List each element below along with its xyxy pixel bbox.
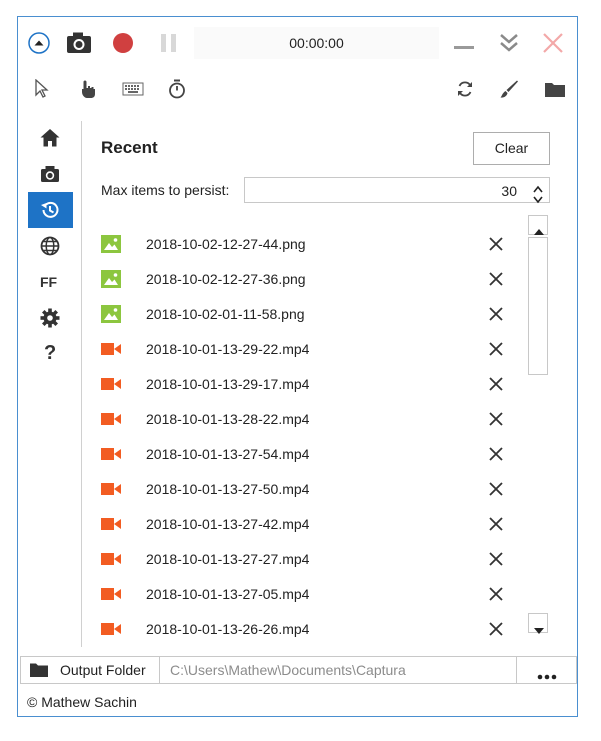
remove-icon[interactable] — [489, 237, 503, 256]
minimize-icon[interactable] — [453, 39, 475, 49]
list-item[interactable]: 2018-10-01-13-27-27.mp4 — [98, 542, 518, 577]
output-path-value: C:\Users\Mathew\Documents\Captura — [170, 662, 406, 678]
remove-icon[interactable] — [489, 517, 503, 536]
collapse-icon[interactable] — [28, 32, 50, 54]
video-file-icon — [101, 342, 121, 361]
image-file-icon — [101, 305, 121, 328]
max-items-value: 30 — [501, 183, 517, 199]
scroll-up-button[interactable] — [528, 215, 548, 235]
list-item[interactable]: 2018-10-01-13-27-05.mp4 — [98, 577, 518, 612]
video-file-icon — [101, 517, 121, 536]
record-icon[interactable] — [112, 32, 134, 54]
video-file-icon — [101, 412, 121, 431]
output-path-field[interactable]: C:\Users\Mathew\Documents\Captura — [160, 657, 517, 683]
scrollbar[interactable] — [528, 215, 550, 637]
app-window: 00:00:00 FF ? Recent Clear Max items to … — [17, 16, 578, 717]
camera-icon — [40, 165, 60, 188]
output-folder-bar: Output Folder C:\Users\Mathew\Documents\… — [20, 656, 577, 684]
folder-icon — [29, 662, 49, 683]
file-name[interactable]: 2018-10-01-13-27-54.mp4 — [146, 446, 309, 462]
sidebar-divider — [81, 121, 82, 647]
image-file-icon — [101, 270, 121, 293]
remove-icon[interactable] — [489, 307, 503, 326]
remove-icon[interactable] — [489, 447, 503, 466]
file-name[interactable]: 2018-10-01-13-26-26.mp4 — [146, 621, 309, 637]
brush-icon[interactable] — [499, 79, 519, 99]
sidebar-item-home[interactable] — [40, 128, 60, 148]
file-name[interactable]: 2018-10-01-13-27-50.mp4 — [146, 481, 309, 497]
remove-icon[interactable] — [489, 342, 503, 361]
list-item[interactable]: 2018-10-01-13-29-17.mp4 — [98, 367, 518, 402]
cursor-icon[interactable] — [34, 78, 50, 99]
image-file-icon — [101, 235, 121, 258]
copyright-text: © Mathew Sachin — [27, 694, 137, 710]
file-name[interactable]: 2018-10-02-01-11-58.png — [146, 306, 305, 322]
file-name[interactable]: 2018-10-02-12-27-44.png — [146, 236, 306, 252]
clear-button[interactable]: Clear — [473, 132, 550, 165]
timer-display: 00:00:00 — [194, 27, 439, 59]
sidebar-item-recent[interactable] — [40, 200, 60, 220]
sidebar-item-about[interactable]: ? — [44, 342, 56, 365]
file-name[interactable]: 2018-10-01-13-29-17.mp4 — [146, 376, 309, 392]
list-item[interactable]: 2018-10-02-12-27-36.png — [98, 262, 518, 297]
spinner-up-icon[interactable] — [533, 180, 543, 193]
list-item[interactable]: 2018-10-01-13-29-22.mp4 — [98, 332, 518, 367]
scroll-thumb[interactable] — [528, 237, 548, 375]
stopwatch-icon[interactable] — [168, 79, 186, 99]
video-file-icon — [101, 587, 121, 606]
file-name[interactable]: 2018-10-01-13-27-05.mp4 — [146, 586, 309, 602]
triangle-down-icon — [534, 621, 544, 639]
output-folder-button[interactable]: Output Folder — [21, 657, 160, 683]
list-item[interactable]: 2018-10-01-13-27-50.mp4 — [98, 472, 518, 507]
keyboard-icon[interactable] — [122, 82, 144, 96]
file-name[interactable]: 2018-10-01-13-27-27.mp4 — [146, 551, 309, 567]
remove-icon[interactable] — [489, 622, 503, 641]
hand-icon[interactable] — [80, 79, 98, 99]
history-icon — [40, 200, 60, 225]
remove-icon[interactable] — [489, 412, 503, 431]
file-name[interactable]: 2018-10-01-13-28-22.mp4 — [146, 411, 309, 427]
list-item[interactable]: 2018-10-02-12-27-44.png — [98, 227, 518, 262]
file-name[interactable]: 2018-10-02-12-27-36.png — [146, 271, 306, 287]
scroll-down-button[interactable] — [528, 613, 548, 634]
folder-icon[interactable] — [544, 81, 566, 99]
remove-icon[interactable] — [489, 552, 503, 571]
video-file-icon — [101, 447, 121, 466]
list-item[interactable]: 2018-10-01-13-26-26.mp4 — [98, 612, 518, 647]
remove-icon[interactable] — [489, 587, 503, 606]
video-file-icon — [101, 377, 121, 396]
sidebar-item-screenshot[interactable] — [40, 165, 60, 183]
spinner-down-icon[interactable] — [533, 191, 543, 204]
max-items-label: Max items to persist: — [101, 182, 230, 198]
max-items-input[interactable]: 30 — [244, 177, 550, 204]
list-item[interactable]: 2018-10-02-01-11-58.png — [98, 297, 518, 332]
camera-icon[interactable] — [66, 31, 92, 55]
file-name[interactable]: 2018-10-01-13-27-42.mp4 — [146, 516, 309, 532]
video-file-icon — [101, 552, 121, 571]
close-icon[interactable] — [542, 32, 564, 54]
pause-icon[interactable] — [159, 32, 179, 54]
video-file-icon — [101, 622, 121, 641]
list-item[interactable]: 2018-10-01-13-27-42.mp4 — [98, 507, 518, 542]
sidebar-item-ffmpeg[interactable]: FF — [40, 274, 57, 290]
remove-icon[interactable] — [489, 272, 503, 291]
globe-icon — [40, 236, 60, 261]
home-icon — [40, 128, 60, 153]
gear-icon — [40, 308, 60, 333]
ellipsis-icon — [537, 667, 557, 685]
list-item[interactable]: 2018-10-01-13-27-54.mp4 — [98, 437, 518, 472]
list-item[interactable]: 2018-10-01-13-28-22.mp4 — [98, 402, 518, 437]
more-options-button[interactable] — [517, 657, 576, 683]
remove-icon[interactable] — [489, 377, 503, 396]
sidebar-item-language[interactable] — [40, 236, 60, 256]
refresh-icon[interactable] — [455, 79, 475, 99]
remove-icon[interactable] — [489, 482, 503, 501]
output-folder-label: Output Folder — [60, 662, 146, 678]
double-chevron-icon[interactable] — [498, 31, 520, 55]
video-file-icon — [101, 482, 121, 501]
page-title: Recent — [101, 138, 158, 157]
sidebar-item-settings[interactable] — [40, 308, 60, 328]
file-name[interactable]: 2018-10-01-13-29-22.mp4 — [146, 341, 309, 357]
